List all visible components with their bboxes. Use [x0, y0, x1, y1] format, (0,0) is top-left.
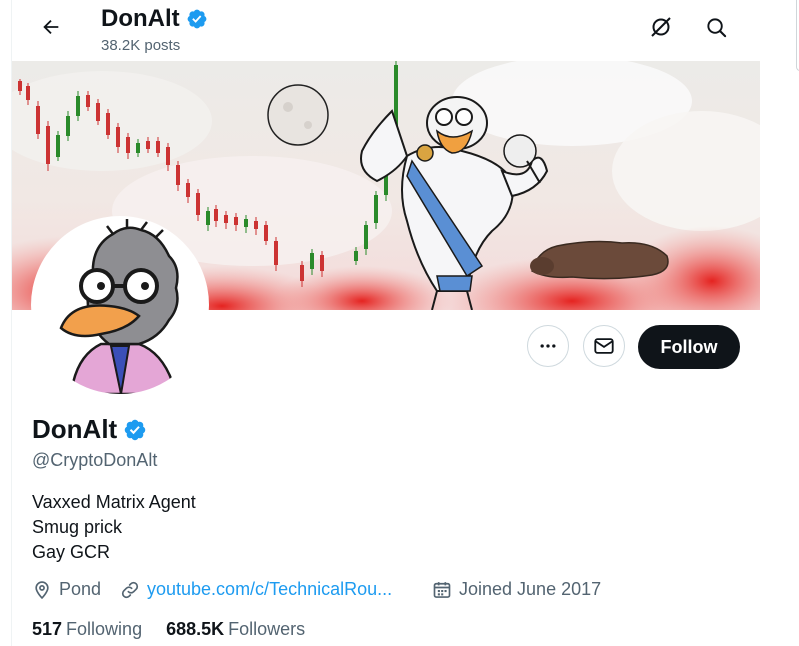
profile-bio: Vaxxed Matrix Agent Smug prick Gay GCR	[32, 490, 196, 565]
bio-line: Vaxxed Matrix Agent	[32, 492, 196, 512]
header-name: DonAlt	[101, 5, 208, 33]
calendar-icon	[433, 581, 451, 598]
location-text: Pond	[59, 579, 102, 599]
envelope-icon	[594, 338, 614, 354]
more-dots-icon	[540, 344, 556, 348]
profile-column: DonAlt 38.2K posts Follow DonAlt @Crypto…	[11, 0, 761, 646]
profile-handle: @CryptoDonAlt	[32, 450, 158, 470]
profile-stats: 517 Following 688.5K Followers	[32, 619, 329, 640]
more-options-button[interactable]	[527, 325, 569, 367]
profile-avatar[interactable]	[31, 216, 209, 394]
back-arrow-icon	[43, 19, 59, 35]
follow-button[interactable]: Follow	[638, 325, 740, 369]
followers-count: 688.5K	[166, 619, 225, 639]
followers-label: Followers	[228, 619, 306, 639]
website-link[interactable]: youtube.com/c/TechnicalRou...	[147, 579, 392, 600]
profile-location: Pond	[32, 579, 101, 600]
followers-link[interactable]: 688.5K Followers	[166, 619, 305, 640]
bio-line: Gay GCR	[32, 542, 111, 562]
profile-name: DonAlt	[32, 414, 147, 445]
bio-line: Smug prick	[32, 517, 123, 537]
header-post-count: 38.2K posts	[101, 37, 181, 54]
profile-name-text: DonAlt	[32, 414, 118, 444]
profile-joined: Joined June 2017	[432, 579, 601, 600]
search-button[interactable]	[697, 8, 735, 46]
grok-icon	[651, 17, 671, 37]
header-name-text: DonAlt	[101, 5, 180, 32]
joined-text: Joined June 2017	[459, 579, 602, 599]
grok-button[interactable]	[642, 8, 680, 46]
search-icon	[706, 17, 726, 37]
location-pin-icon	[35, 580, 49, 599]
following-label: Following	[66, 619, 143, 639]
link-icon	[121, 581, 139, 598]
verified-badge-icon	[124, 419, 146, 440]
back-button[interactable]	[32, 8, 70, 46]
right-sidebar-edge	[760, 0, 799, 646]
following-link[interactable]: 517 Following	[32, 619, 142, 640]
verified-badge-icon	[187, 9, 207, 29]
following-count: 517	[32, 619, 63, 639]
message-button[interactable]	[583, 325, 625, 367]
profile-website[interactable]: youtube.com/c/TechnicalRou...	[120, 579, 392, 600]
